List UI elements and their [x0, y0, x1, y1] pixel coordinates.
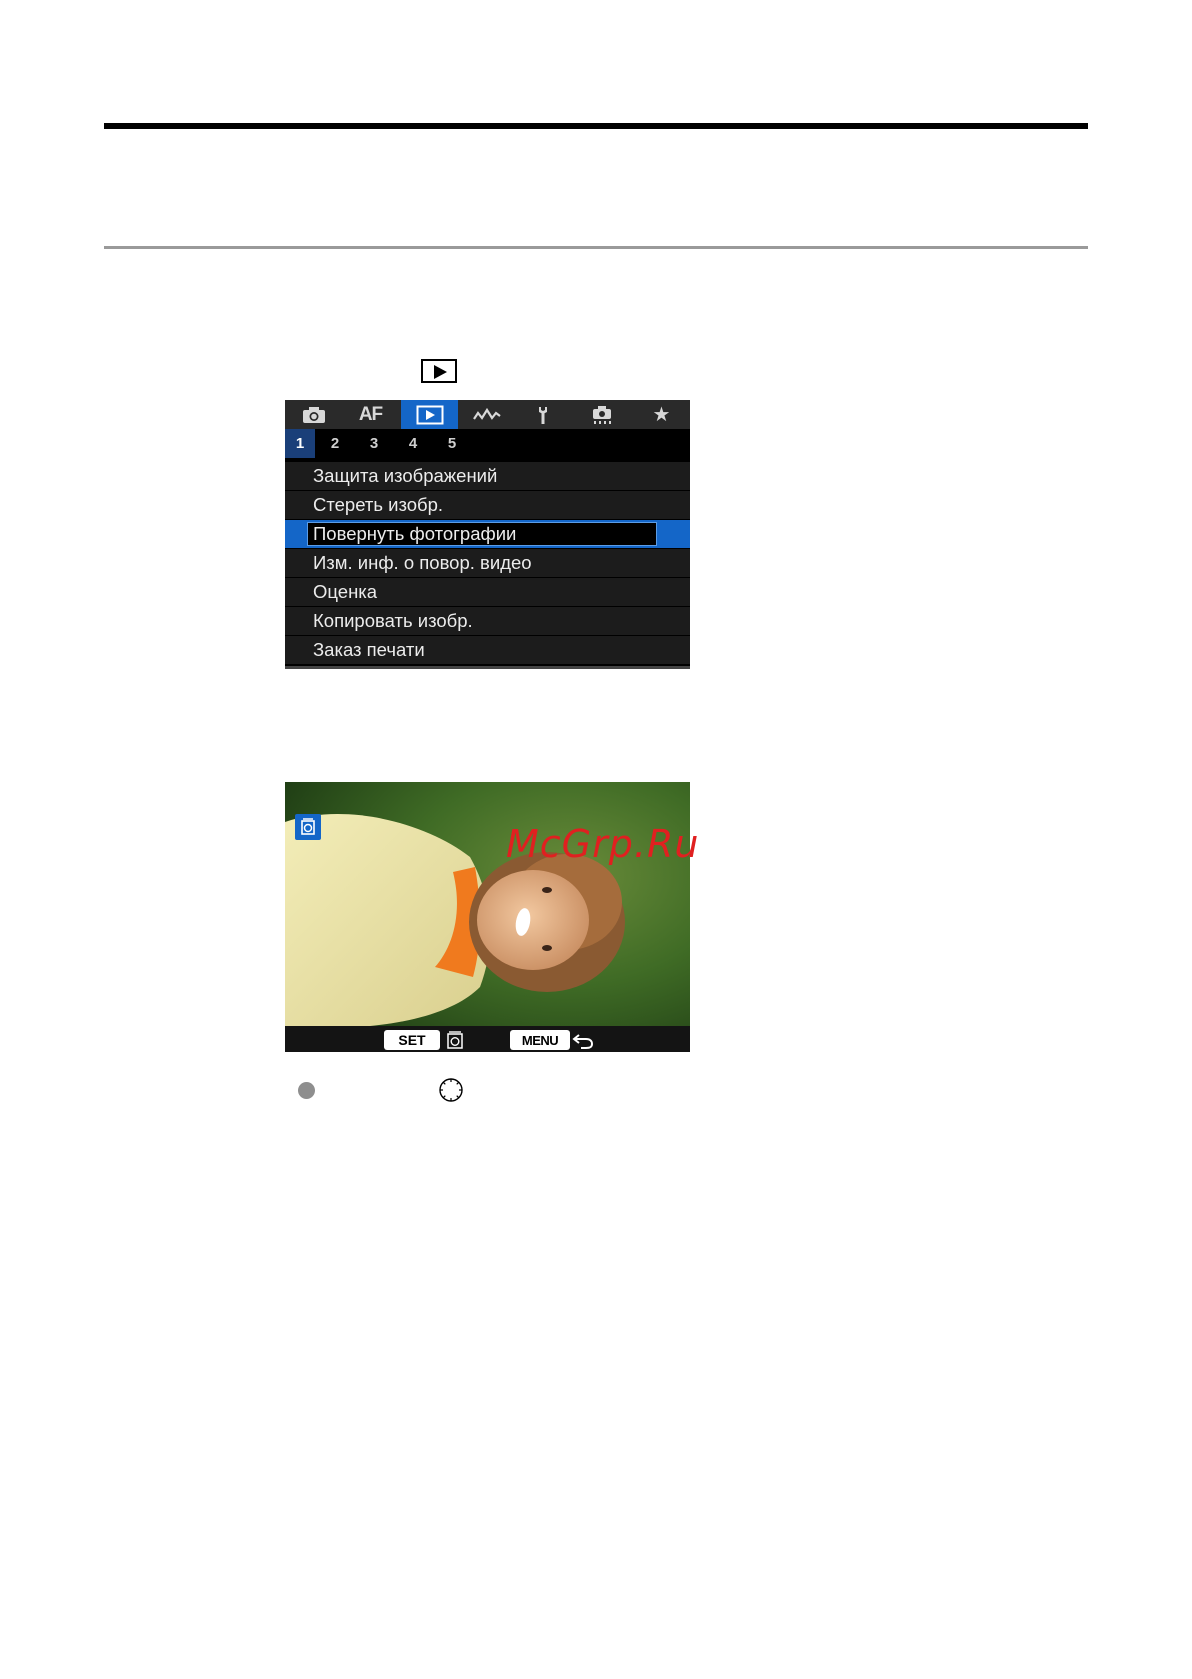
page-tab-2[interactable]: 2: [320, 429, 350, 458]
menu-button-label: MENU: [521, 1032, 559, 1048]
set-button[interactable]: SET: [384, 1030, 440, 1050]
header-rule: [104, 123, 1088, 129]
playback-icon: [416, 405, 443, 424]
menu-item-label: Изм. инф. о повор. видео: [313, 552, 532, 573]
tab-shooting[interactable]: [285, 400, 342, 429]
tab-my-menu[interactable]: ★: [633, 400, 690, 429]
tab-setup[interactable]: [515, 400, 572, 429]
camera-icon: [302, 406, 325, 423]
menu-item-rotate-still[interactable]: Повернуть фотографии: [285, 520, 690, 548]
menu-item-change-movie-rotation[interactable]: Изм. инф. о повор. видео: [285, 549, 690, 577]
photo-bottom-bar: [285, 1026, 690, 1052]
wrench-icon: [538, 406, 547, 424]
page-tab-3[interactable]: 3: [359, 429, 389, 458]
menu-item-label: Стереть изобр.: [313, 494, 444, 515]
back-arrow-icon: [572, 1034, 594, 1049]
rotate-indicator: [295, 814, 321, 840]
menu-item-print-order[interactable]: Заказ печати: [285, 636, 690, 664]
page-tab-4[interactable]: 4: [398, 429, 428, 458]
menu-page-bar: 1 2 3 4 5: [285, 429, 690, 458]
menu-item-label: Заказ печати: [313, 639, 425, 660]
menu-item-label: Копировать изобр.: [313, 610, 473, 631]
watermark: McGrp.Ru: [506, 822, 700, 866]
tab-af-label: AF: [358, 403, 383, 425]
bullet-icon: [298, 1082, 315, 1099]
tab-af[interactable]: AF: [342, 400, 399, 429]
main-dial-icon: [439, 1078, 463, 1102]
section-rule: [104, 246, 1088, 249]
tab-playback[interactable]: [401, 400, 458, 429]
star-icon: ★: [652, 404, 671, 426]
menu-item-label: Повернуть фотографии: [313, 523, 517, 544]
menu-item-rating[interactable]: Оценка: [285, 578, 690, 606]
custom-functions-icon: [592, 405, 611, 424]
playback-icon: [421, 359, 457, 383]
menu-item-list: Защита изображений Стереть изобр. Поверн…: [285, 462, 690, 665]
menu-tab-bar: AF ★: [285, 400, 690, 429]
menu-item-copy[interactable]: Копировать изобр.: [285, 607, 690, 635]
tab-wireless[interactable]: [458, 400, 515, 429]
page-tab-5[interactable]: 5: [437, 429, 467, 458]
menu-item-protect[interactable]: Защита изображений: [285, 462, 690, 490]
menu-item-erase[interactable]: Стереть изобр.: [285, 491, 690, 519]
rotate-icon: [301, 818, 315, 835]
rotate-icon: [447, 1031, 463, 1049]
menu-button[interactable]: MENU: [510, 1030, 570, 1050]
menu-item-label: Защита изображений: [313, 465, 498, 486]
page-tab-1[interactable]: 1: [285, 429, 315, 458]
set-button-label: SET: [398, 1032, 426, 1048]
wireless-icon: [472, 407, 501, 420]
camera-menu-screen: AF ★ 1 2 3 4 5 Защита изображений Стерет…: [285, 400, 690, 669]
menu-bottom-edge: [285, 666, 690, 669]
menu-item-label: Оценка: [313, 581, 378, 602]
tab-custom-functions[interactable]: [573, 400, 630, 429]
